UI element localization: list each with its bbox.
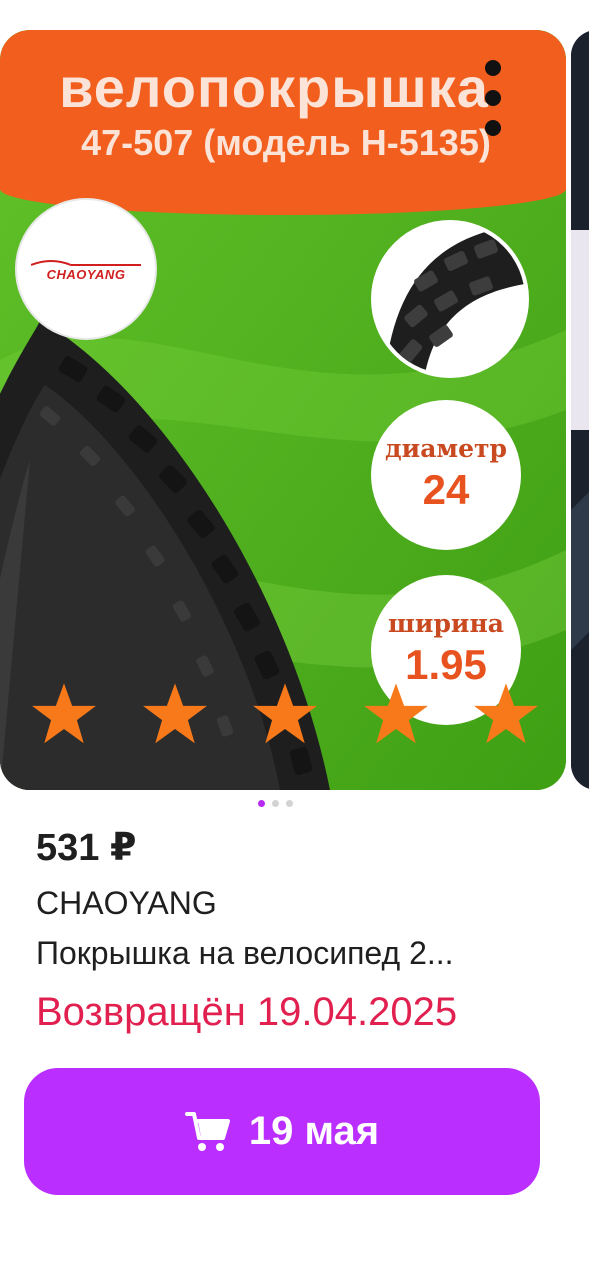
brand-logo-badge: CHAOYANG — [15, 198, 157, 340]
more-dot-icon — [485, 90, 501, 106]
order-status: Возвращён 19.04.2025 — [36, 990, 458, 1034]
more-dot-icon — [485, 120, 501, 136]
add-to-cart-label: 19 мая — [248, 1109, 380, 1153]
star-icon — [142, 683, 207, 744]
tire-tread-thumbnail — [371, 220, 529, 378]
product-image-carousel[interactable]: велопокрышка 47-507 (модель H-5135) CHAO… — [0, 0, 589, 800]
spec-width-label: ширина — [388, 609, 504, 638]
more-dot-icon — [485, 60, 501, 76]
pagination-dot — [258, 800, 265, 807]
star-icon — [32, 683, 96, 744]
more-options-button[interactable] — [478, 60, 508, 136]
pagination-dot — [286, 800, 293, 807]
gallery-pagination — [258, 800, 293, 807]
add-to-cart-button[interactable]: 19 мая — [24, 1068, 540, 1195]
product-image[interactable]: велопокрышка 47-507 (модель H-5135) CHAO… — [0, 30, 566, 790]
spec-diameter-value: 24 — [422, 466, 470, 513]
star-icon — [363, 683, 428, 744]
product-price: 531 ₽ — [36, 827, 137, 869]
spec-diameter-badge: диаметр 24 — [371, 400, 521, 550]
logo-swoosh-icon — [31, 259, 141, 266]
spec-diameter-label: диаметр — [385, 434, 507, 463]
star-icon — [253, 683, 317, 744]
rating-stars — [30, 680, 540, 750]
cart-icon — [184, 1111, 230, 1151]
product-brand[interactable]: CHAOYANG — [36, 885, 217, 922]
star-icon — [474, 683, 538, 744]
pagination-dot — [272, 800, 279, 807]
brand-logo-text: CHAOYANG — [46, 266, 126, 282]
product-title[interactable]: Покрышка на велосипед 2... — [36, 935, 536, 972]
next-product-image-peek[interactable] — [571, 30, 589, 790]
